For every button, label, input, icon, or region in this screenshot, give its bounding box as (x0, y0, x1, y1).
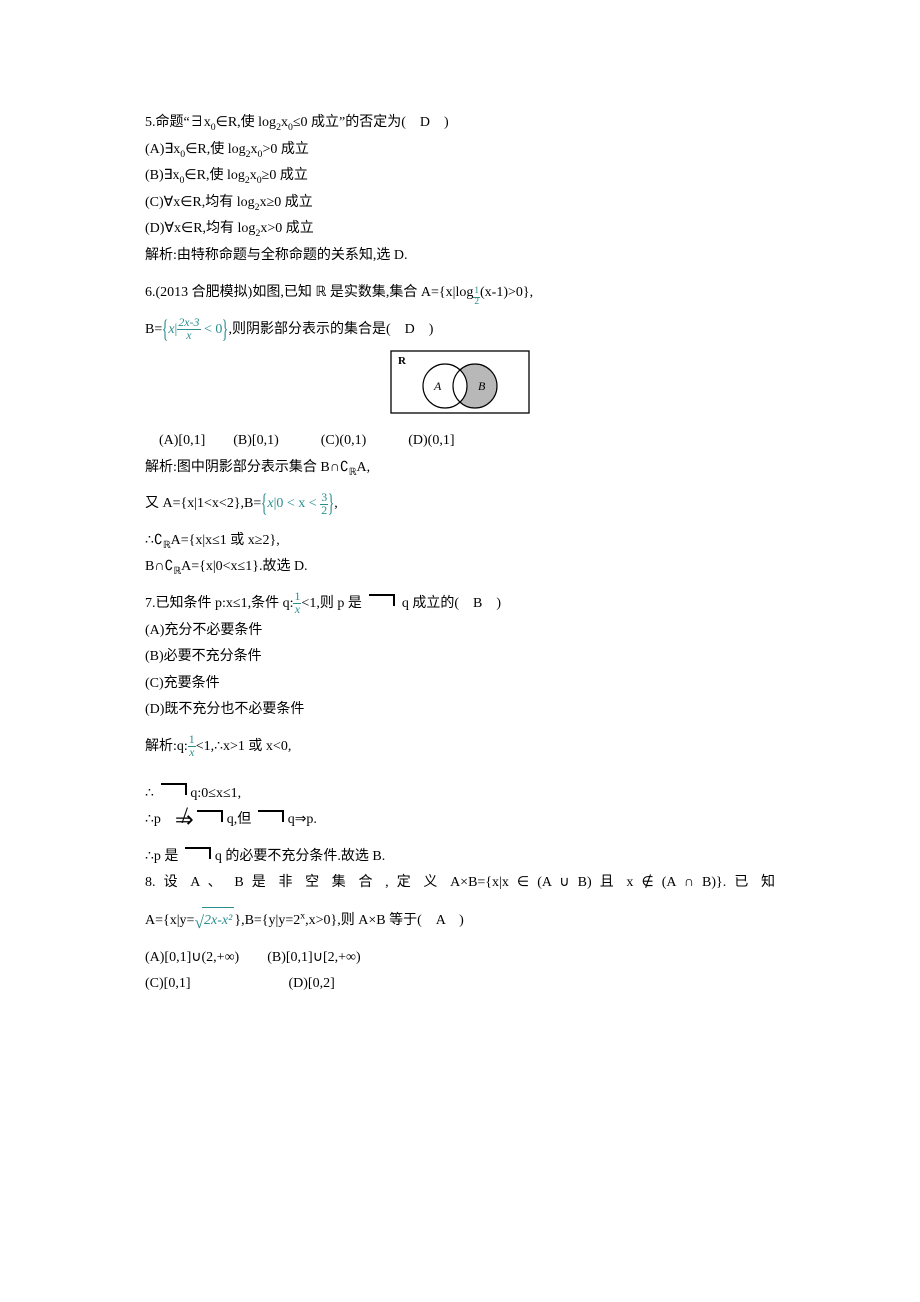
text: <1,∴x>1 或 x<0, (196, 739, 292, 754)
q6-stem-line1: 6.(2013 合肥模拟)如图,已知 ℝ 是实数集,集合 A={x|log12(… (145, 280, 775, 307)
text: q 成立的( B ) (402, 596, 501, 611)
text: |0 < x < (274, 496, 321, 511)
text: A={x|x≤1 或 x≥2}, (171, 533, 280, 548)
q8-optB: (B)[0,1]∪[2,+∞) (267, 950, 360, 965)
svg-text:R: R (398, 355, 407, 367)
q6-stem-line2: B={x|2x-3x < 0},则阴影部分表示的集合是( D ) (145, 317, 775, 344)
q5-optB: (B)∃x0∈R,使 log2x0≥0 成立 (145, 163, 775, 190)
text: q 的必要不充分条件.故选 B. (215, 849, 385, 864)
q8-stem: 8. 设 A 、 B 是 非 空 集 合 , 定 义 A×B={x|x ∈ (A… (145, 870, 775, 897)
rbrace-icon: } (222, 317, 229, 342)
text: ∴p (145, 812, 175, 827)
q8-optsAB: (A)[0,1]∪(2,+∞) (B)[0,1]∪[2,+∞) (145, 945, 775, 972)
text: ∴p 是 (145, 849, 178, 864)
q8-optC: (C)[0,1] (145, 976, 191, 991)
text: (B)∃x0∈R,使 log2x0≥0 成立 (145, 168, 308, 183)
svg-text:A: A (433, 379, 442, 393)
frac: 2x-3x (177, 317, 200, 342)
negation-icon (197, 810, 223, 822)
text: ,x>0},则 A×B 等于( A ) (305, 913, 464, 928)
text: (C)∀x∈R,均有 log2x≥0 成立 (145, 195, 313, 210)
q5-stem: 5.命题“∃x0∈R,使 log2x0≤0 成立”的否定为( D ) (145, 110, 775, 137)
q5-optA: (A)∃x0∈R,使 log2x0>0 成立 (145, 137, 775, 164)
text: ∴∁ (145, 533, 163, 548)
lbrace-icon: { (261, 491, 268, 516)
lbrace-icon: { (162, 317, 169, 342)
text: },B={y|y=2 (234, 913, 300, 928)
venn-svg: R A B (390, 350, 530, 414)
sub: ℝ (349, 467, 357, 478)
q7-optD: (D)既不充分也不必要条件 (145, 697, 775, 724)
text: <1,则 p 是 (301, 596, 361, 611)
q7-sol1: 解析:q:1x<1,∴x>1 或 x<0, (145, 734, 775, 761)
venn-diagram: R A B (145, 350, 775, 425)
text: , (334, 496, 338, 511)
not-implies-icon: ⇒ (175, 809, 194, 831)
text: 解析:图中阴影部分表示集合 B∩∁ (145, 460, 349, 475)
q7-optA: (A)充分不必要条件 (145, 618, 775, 645)
q7-sol3: ∴p ⇒ q,但 q⇒p. (145, 807, 775, 834)
q8-optD: (D)[0,2] (289, 976, 335, 991)
text: A={x|y= (145, 913, 194, 928)
q6-sol2: 又 A={x|1<x<2},B={x|0 < x < 32}, (145, 491, 775, 518)
q7-optB: (B)必要不充分条件 (145, 644, 775, 671)
text: ,则阴影部分表示的集合是( D ) (229, 322, 434, 337)
negation-icon (185, 847, 211, 859)
q7-sol2: ∴ q:0≤x≤1, (145, 781, 775, 808)
negation-icon (161, 783, 187, 795)
text: ∴ (145, 786, 154, 801)
svg-text:B: B (478, 379, 486, 393)
text: 7.已知条件 p:x≤1,条件 q: (145, 596, 293, 611)
q5-optC: (C)∀x∈R,均有 log2x≥0 成立 (145, 190, 775, 217)
q6-options: (A)[0,1] (B)[0,1) (C)(0,1) (D)(0,1] (145, 428, 775, 455)
text: (D)∀x∈R,均有 log2x>0 成立 (145, 221, 314, 236)
text: q⇒p. (288, 812, 317, 827)
text: B= (145, 322, 162, 337)
text: B∩∁ (145, 559, 173, 574)
q6-sol4: B∩∁ℝA={x|0<x≤1}.故选 D. (145, 554, 775, 581)
text: q,但 (227, 812, 252, 827)
frac: 1x (188, 734, 196, 759)
q7-sol4: ∴p 是 q 的必要不充分条件.故选 B. (145, 844, 775, 871)
text: q:0≤x≤1, (190, 786, 241, 801)
text: A={x|0<x≤1}.故选 D. (181, 559, 307, 574)
q8-optsCD: (C)[0,1] (D)[0,2] (145, 971, 775, 998)
sub: ℝ (173, 566, 181, 577)
text: 解析:q: (145, 739, 188, 754)
sub: ℝ (163, 540, 171, 551)
rbrace-icon: } (328, 491, 335, 516)
radicand: 2x-x² (202, 907, 234, 935)
q6-sol3: ∴∁ℝA={x|x≤1 或 x≥2}, (145, 528, 775, 555)
text: < 0 (201, 322, 223, 337)
text: g12 (466, 285, 480, 300)
text: (x-1)>0}, (480, 285, 533, 300)
q8-line2: A={x|y=√2x-x²},B={y|y=2x,x>0},则 A×B 等于( … (145, 907, 775, 935)
text: A, (357, 460, 371, 475)
q6-sol1: 解析:图中阴影部分表示集合 B∩∁ℝA, (145, 455, 775, 482)
negation-icon (369, 594, 395, 606)
text: 又 A={x|1<x<2},B= (145, 496, 261, 511)
q7-optC: (C)充要条件 (145, 671, 775, 698)
q5-optD: (D)∀x∈R,均有 log2x>0 成立 (145, 216, 775, 243)
q8-optA: (A)[0,1]∪(2,+∞) (145, 950, 239, 965)
negation-icon (258, 810, 284, 822)
q5-sol: 解析:由特称命题与全称命题的关系知,选 D. (145, 243, 775, 270)
radical-icon: √ (194, 914, 204, 932)
text: (A)∃x0∈R,使 log2x0>0 成立 (145, 142, 309, 157)
text: 5.命题“∃x0∈R,使 log2x0≤0 成立”的否定为( D ) (145, 115, 449, 130)
text: 6.(2013 合肥模拟)如图,已知 ℝ 是实数集,集合 A={x|lo (145, 285, 466, 300)
q7-stem: 7.已知条件 p:x≤1,条件 q:1x<1,则 p 是 q 成立的( B ) (145, 591, 775, 618)
